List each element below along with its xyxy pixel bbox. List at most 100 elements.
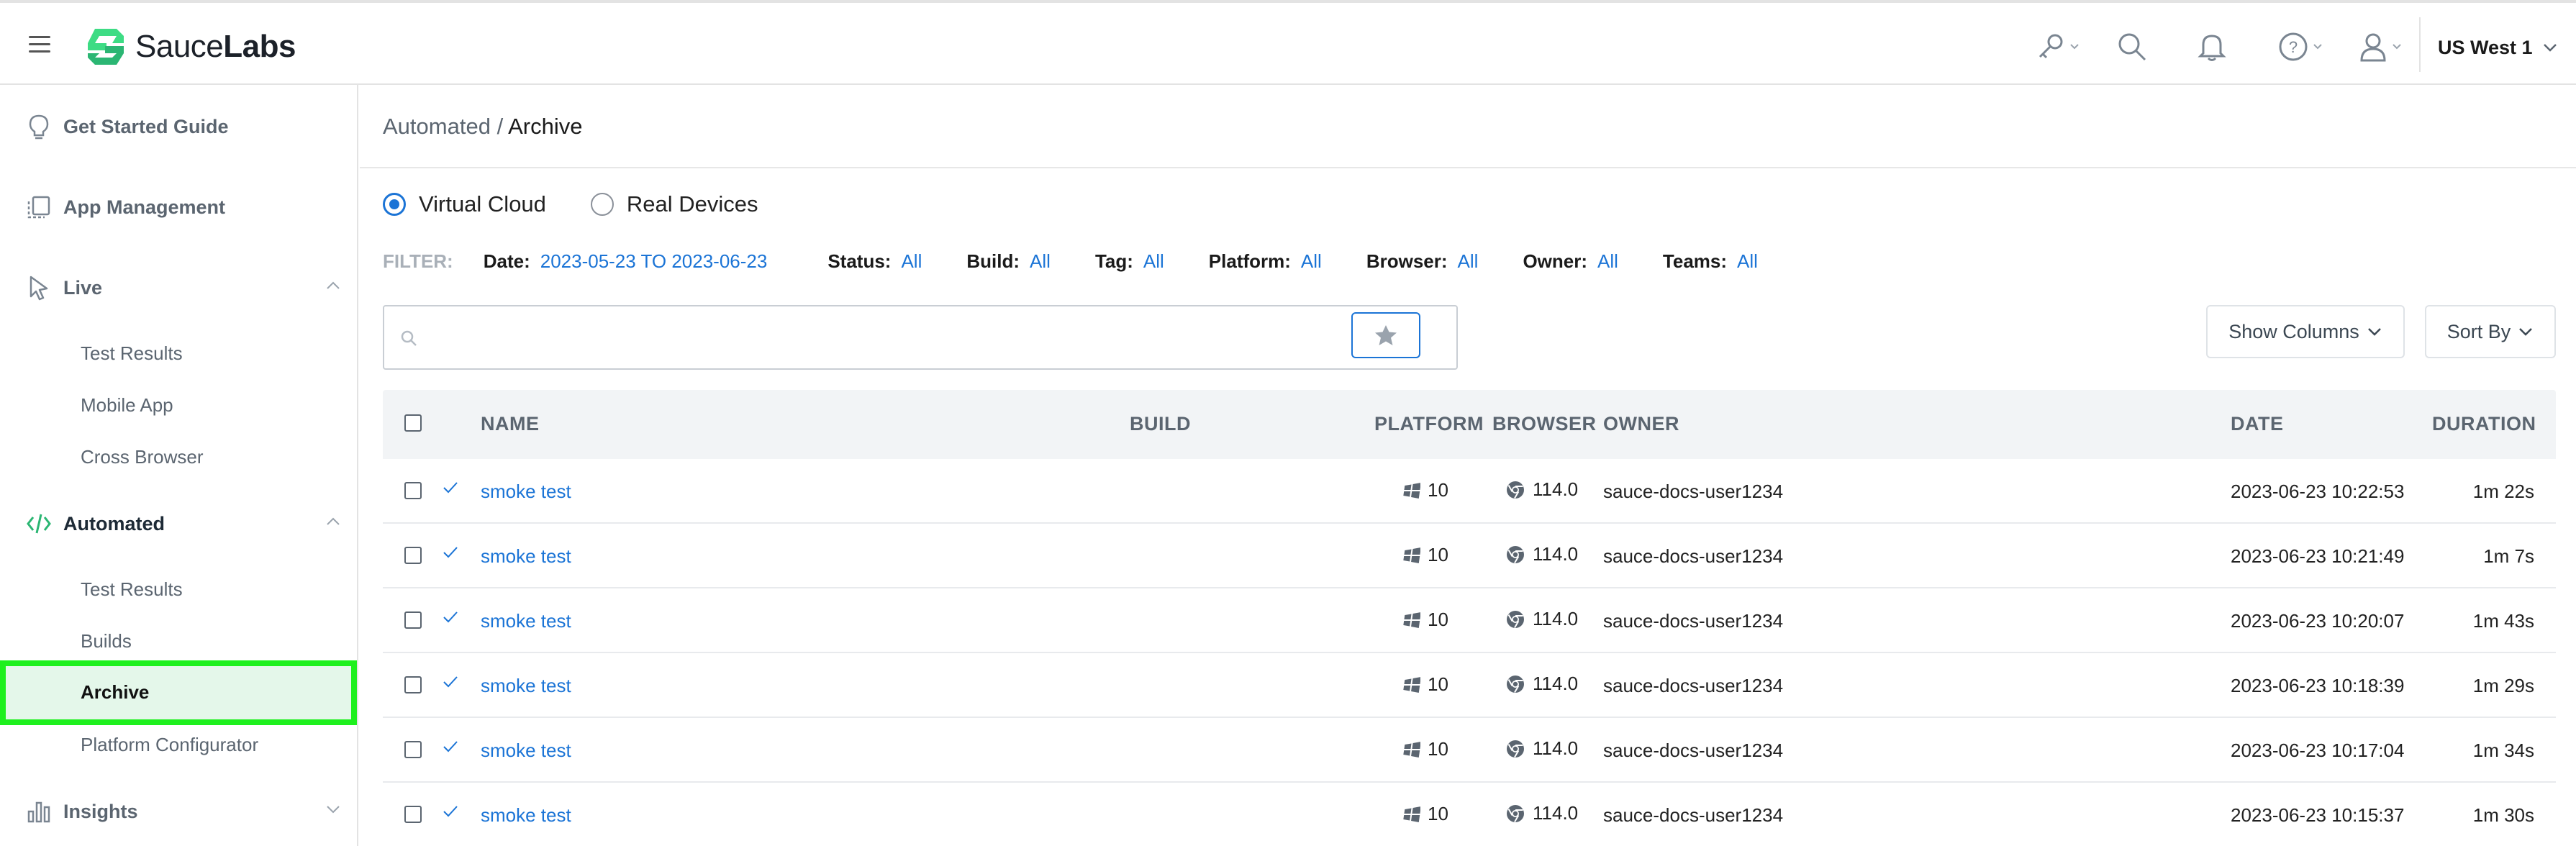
- platform-cell: 10: [1402, 673, 1448, 696]
- filter-teams-value[interactable]: All: [1737, 250, 1758, 273]
- test-name-link[interactable]: smoke test: [481, 610, 571, 632]
- sidebar-item-mobile-app[interactable]: Mobile App: [81, 394, 173, 417]
- select-all-checkbox[interactable]: [404, 414, 422, 432]
- passed-check-icon: [443, 547, 458, 558]
- table-header: NAME BUILD PLATFORM BROWSER OWNER DATE D…: [383, 390, 2556, 459]
- row-checkbox[interactable]: [404, 482, 422, 499]
- chevron-up-icon: [327, 281, 340, 289]
- filter-tag-key: Tag:: [1094, 250, 1133, 272]
- chevron-down-icon: [2313, 44, 2322, 50]
- owner-cell: sauce-docs-user1234: [1603, 675, 1784, 696]
- column-header-date[interactable]: DATE: [2231, 413, 2284, 435]
- column-header-browser[interactable]: BROWSER: [1492, 413, 1597, 435]
- column-header-build[interactable]: BUILD: [1130, 413, 1191, 435]
- radio-label: Real Devices: [626, 191, 758, 217]
- duration-cell: 1m 30s: [2472, 804, 2534, 826]
- filter-bar: FILTER: Date: 2023-05-23 TO 2023-06-23 S…: [383, 250, 1818, 273]
- status-passed: [442, 740, 459, 758]
- sidebar-item-label: Insights: [63, 800, 138, 822]
- row-checkbox[interactable]: [404, 547, 422, 564]
- platform-cell: 10: [1402, 803, 1448, 825]
- table-row[interactable]: smoke test 10 114.0 sauce-docs-user1234 2023…: [383, 524, 2556, 588]
- sidebar-item-label: Live: [63, 276, 103, 299]
- sidebar-item-automated-test-results[interactable]: Test Results: [81, 578, 183, 601]
- bell-icon[interactable]: [2198, 30, 2226, 63]
- sidebar-item-automated[interactable]: Automated: [24, 509, 341, 538]
- row-checkbox[interactable]: [404, 741, 422, 758]
- test-name-link[interactable]: smoke test: [481, 740, 571, 762]
- save-search-button[interactable]: [1351, 312, 1420, 358]
- platform-cell: 10: [1402, 479, 1448, 501]
- logo-text: SauceLabs: [135, 29, 296, 64]
- sort-by-button[interactable]: Sort By: [2425, 305, 2556, 358]
- filter-tag-value[interactable]: All: [1143, 250, 1164, 273]
- table-row[interactable]: smoke test 10 114.0 sauce-docs-user1234 2023…: [383, 588, 2556, 653]
- duration-cell: 1m 29s: [2472, 675, 2534, 696]
- filter-build-value[interactable]: All: [1030, 250, 1051, 273]
- table-row[interactable]: smoke test 10 114.0 sauce-docs-user1234 2023…: [383, 718, 2556, 783]
- search-input[interactable]: [427, 314, 1363, 361]
- row-checkbox[interactable]: [404, 676, 422, 693]
- search-icon: [401, 330, 417, 346]
- column-header-owner[interactable]: OWNER: [1603, 413, 1679, 435]
- test-name-link[interactable]: smoke test: [481, 481, 571, 503]
- chrome-icon: [1507, 675, 1524, 693]
- row-checkbox[interactable]: [404, 611, 422, 629]
- status-passed: [442, 545, 459, 563]
- svg-text:?: ?: [2289, 38, 2298, 56]
- filter-browser-value[interactable]: All: [1458, 250, 1479, 273]
- passed-check-icon: [443, 482, 458, 494]
- help-icon[interactable]: ?: [2278, 30, 2323, 63]
- owner-cell: sauce-docs-user1234: [1603, 804, 1784, 826]
- search-icon[interactable]: [2117, 30, 2147, 63]
- sidebar-item-app-management[interactable]: App Management: [24, 193, 341, 222]
- region-selector[interactable]: US West 1: [2438, 33, 2557, 62]
- row-checkbox[interactable]: [404, 806, 422, 823]
- saucelabs-logo-icon: [88, 29, 124, 65]
- browser-version: 114.0: [1533, 543, 1579, 565]
- test-name-link[interactable]: smoke test: [481, 675, 571, 697]
- sidebar-item-platform-configurator[interactable]: Platform Configurator: [81, 734, 258, 756]
- chevron-down-icon: [2393, 44, 2401, 50]
- sidebar-item-get-started[interactable]: Get Started Guide: [24, 112, 341, 141]
- user-icon[interactable]: [2359, 30, 2402, 63]
- owner-cell: sauce-docs-user1234: [1603, 740, 1784, 761]
- column-header-duration[interactable]: DURATION: [2432, 413, 2536, 435]
- sidebar-item-archive[interactable]: Archive: [0, 660, 357, 725]
- filter-status-value[interactable]: All: [901, 250, 922, 273]
- column-header-platform[interactable]: PLATFORM: [1374, 413, 1484, 435]
- device-toggle: Virtual Cloud Real Devices: [383, 191, 803, 217]
- passed-check-icon: [443, 611, 458, 623]
- virtual-cloud-radio[interactable]: Virtual Cloud: [383, 191, 546, 217]
- sidebar-item-builds[interactable]: Builds: [81, 630, 132, 652]
- chevron-up-icon: [327, 517, 340, 525]
- sidebar-item-live-test-results[interactable]: Test Results: [81, 342, 183, 365]
- filter-label: FILTER:: [383, 250, 453, 272]
- test-name-link[interactable]: smoke test: [481, 545, 571, 568]
- sidebar-item-live[interactable]: Live: [24, 273, 341, 302]
- show-columns-button[interactable]: Show Columns: [2206, 305, 2405, 358]
- filter-date-key: Date:: [483, 250, 530, 272]
- real-devices-radio[interactable]: Real Devices: [590, 191, 758, 217]
- key-icon[interactable]: [2036, 30, 2080, 63]
- menu-icon[interactable]: [29, 36, 50, 53]
- sidebar-item-cross-browser[interactable]: Cross Browser: [81, 446, 203, 468]
- filter-browser-key: Browser:: [1366, 250, 1448, 272]
- breadcrumb: Automated / Archive: [383, 114, 582, 140]
- browser-cell: 114.0: [1505, 802, 1578, 824]
- sidebar: Get Started Guide App Management Live Te…: [0, 85, 358, 846]
- column-header-name[interactable]: NAME: [481, 413, 540, 435]
- table-row[interactable]: smoke test 10 114.0 sauce-docs-user1234 2023…: [383, 653, 2556, 718]
- sidebar-item-insights[interactable]: Insights: [24, 797, 341, 826]
- windows-icon: [1403, 482, 1420, 499]
- saucelabs-logo[interactable]: SauceLabs: [85, 24, 296, 69]
- browser-cell: 114.0: [1505, 478, 1578, 501]
- filter-platform-value[interactable]: All: [1301, 250, 1322, 273]
- filter-owner-value[interactable]: All: [1597, 250, 1618, 273]
- table-row[interactable]: smoke test 10 114.0 sauce-docs-user1234 2023…: [383, 783, 2556, 846]
- breadcrumb-parent[interactable]: Automated: [383, 114, 491, 139]
- browser-version: 114.0: [1533, 802, 1579, 824]
- test-name-link[interactable]: smoke test: [481, 804, 571, 827]
- table-row[interactable]: smoke test 10 114.0 sauce-docs-user1234 2023…: [383, 459, 2556, 524]
- filter-date-value[interactable]: 2023-05-23 TO 2023-06-23: [540, 250, 768, 273]
